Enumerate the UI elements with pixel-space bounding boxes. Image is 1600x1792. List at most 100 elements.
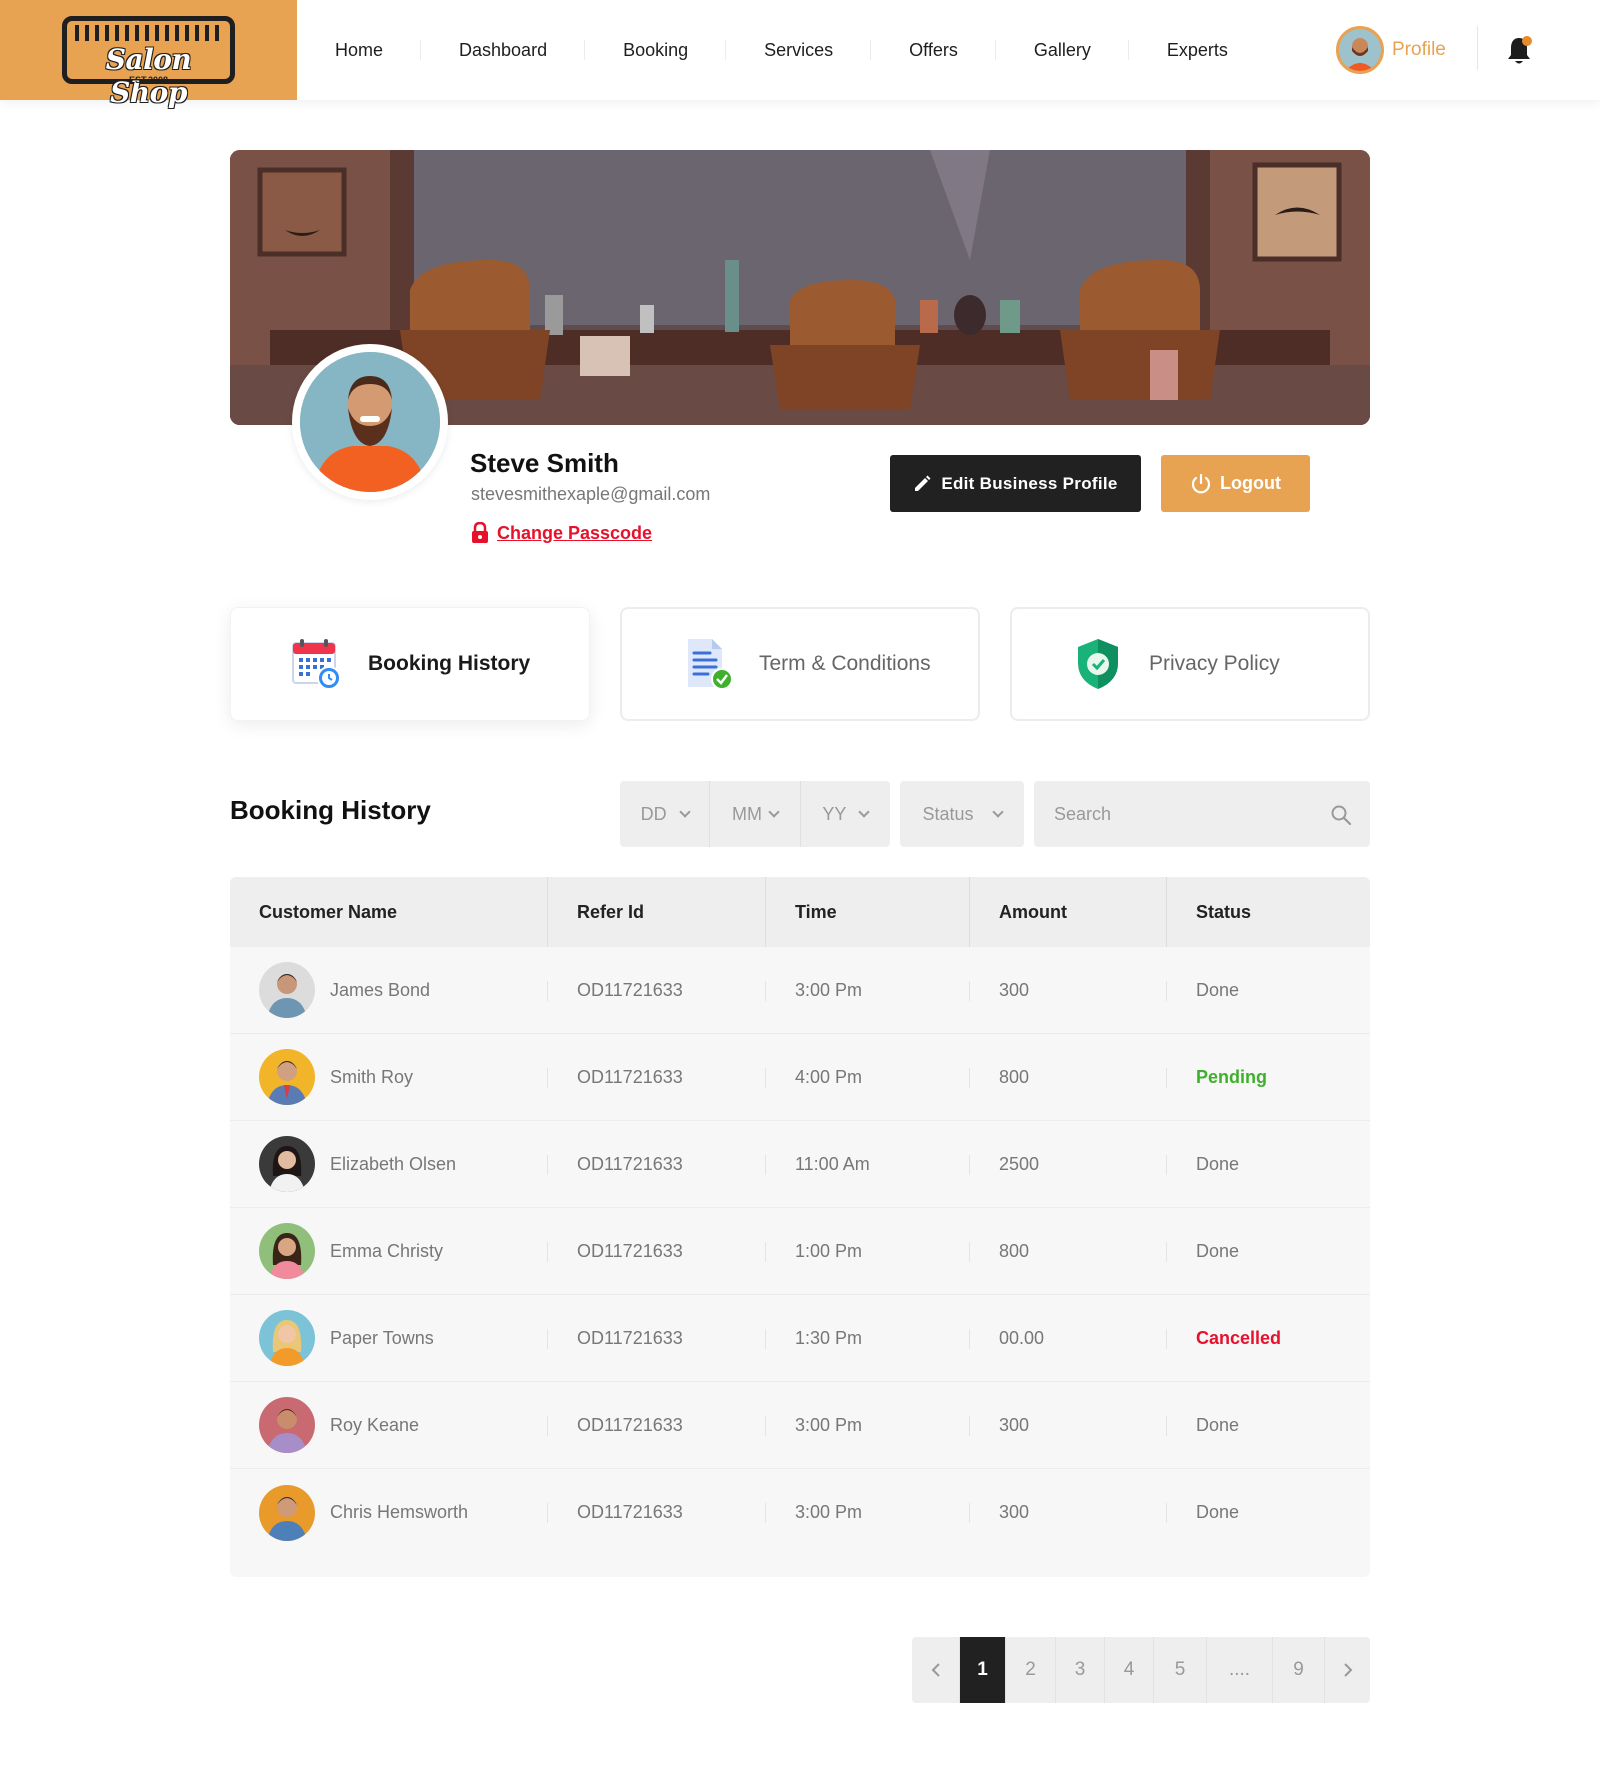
page-4[interactable]: 4 xyxy=(1105,1637,1154,1703)
profile-avatar[interactable] xyxy=(292,344,448,500)
brand-logo[interactable]: Salon Shop EST.2008 xyxy=(0,0,297,109)
avatar xyxy=(259,1484,315,1541)
table-row[interactable]: Roy Keane OD11721633 3:00 Pm 300 Done xyxy=(230,1382,1370,1469)
day-select-value: DD xyxy=(640,803,667,824)
table-row[interactable]: James Bond OD11721633 3:00 Pm 300 Done xyxy=(230,947,1370,1034)
tab-terms-conditions[interactable]: Term & Conditions xyxy=(620,607,980,721)
table-row[interactable]: Smith Roy OD11721633 4:00 Pm 800 Pending xyxy=(230,1034,1370,1121)
nav-services[interactable]: Services xyxy=(726,39,872,61)
booking-status: Done xyxy=(1196,1240,1240,1261)
column-status[interactable]: Status xyxy=(1167,877,1370,947)
nav-gallery[interactable]: Gallery xyxy=(996,39,1129,61)
change-passcode-label: Change Passcode xyxy=(497,522,653,543)
column-time[interactable]: Time xyxy=(766,877,970,947)
profile-label: Profile xyxy=(1392,39,1446,60)
refer-id: OD11721633 xyxy=(548,947,766,1033)
page-1[interactable]: 1 xyxy=(960,1637,1006,1703)
table-row[interactable]: Chris Hemsworth OD11721633 3:00 Pm 300 D… xyxy=(230,1469,1370,1556)
card-label: Term & Conditions xyxy=(759,652,931,675)
pagination: 1 2 3 4 5 .... 9 xyxy=(912,1637,1370,1703)
day-select[interactable]: DD xyxy=(620,781,711,847)
table-row[interactable]: Elizabeth Olsen OD11721633 11:00 Am 2500… xyxy=(230,1121,1370,1208)
shield-check-icon xyxy=(1072,637,1124,691)
tab-privacy-policy[interactable]: Privacy Policy xyxy=(1010,607,1370,721)
page-3[interactable]: 3 xyxy=(1056,1637,1105,1703)
change-passcode-link[interactable]: Change Passcode xyxy=(471,522,652,544)
avatar xyxy=(259,1136,315,1192)
booking-status: Done xyxy=(1196,979,1240,1000)
chevron-down-icon xyxy=(768,805,780,818)
notification-bell-icon[interactable] xyxy=(1506,35,1532,65)
month-select[interactable]: MM xyxy=(710,781,801,847)
refer-id: OD11721633 xyxy=(548,1208,766,1294)
card-label: Privacy Policy xyxy=(1149,652,1280,675)
top-navbar: Salon Shop EST.2008 Home Dashboard Booki… xyxy=(0,0,1600,109)
edit-button-label: Edit Business Profile xyxy=(941,473,1118,493)
booking-time: 3:00 Pm xyxy=(766,1382,970,1468)
year-select-value: YY xyxy=(822,803,847,824)
customer-name: Paper Towns xyxy=(330,1327,434,1348)
search-icon[interactable] xyxy=(1330,804,1352,826)
refer-id: OD11721633 xyxy=(548,1295,766,1381)
main-nav: Home Dashboard Booking Services Offers G… xyxy=(297,0,1266,100)
refer-id: OD11721633 xyxy=(548,1382,766,1468)
document-check-icon xyxy=(682,637,734,691)
profile-email: stevesmithexaple@gmail.com xyxy=(471,484,711,504)
booking-time: 4:00 Pm xyxy=(766,1034,970,1120)
divider xyxy=(1477,26,1478,70)
booking-time: 11:00 Am xyxy=(766,1121,970,1207)
booking-amount: 300 xyxy=(970,947,1167,1033)
avatar xyxy=(259,962,315,1018)
customer-name: James Bond xyxy=(330,979,431,1000)
profile-name: Steve Smith xyxy=(470,448,619,478)
status-select-value: Status xyxy=(922,803,974,824)
booking-amount: 300 xyxy=(970,1469,1167,1556)
refer-id: OD11721633 xyxy=(548,1034,766,1120)
search-field xyxy=(1034,781,1370,847)
comb-icon: Salon Shop EST.2008 xyxy=(62,16,235,109)
table-row[interactable]: Paper Towns OD11721633 1:30 Pm 00.00 Can… xyxy=(230,1295,1370,1382)
logout-button[interactable]: Logout xyxy=(1161,455,1310,512)
table-header: Customer Name Refer Id Time Amount Statu… xyxy=(230,877,1370,947)
customer-name: Chris Hemsworth xyxy=(330,1502,469,1522)
logout-label: Logout xyxy=(1220,473,1281,493)
booking-amount: 800 xyxy=(970,1034,1167,1120)
customer-name: Elizabeth Olsen xyxy=(330,1153,457,1174)
year-select[interactable]: YY xyxy=(801,781,890,847)
edit-business-profile-button[interactable]: Edit Business Profile xyxy=(890,455,1141,512)
status-select[interactable]: Status xyxy=(900,781,1024,847)
avatar xyxy=(259,1049,315,1105)
avatar xyxy=(259,1223,315,1279)
power-icon xyxy=(1191,473,1211,493)
page-9[interactable]: 9 xyxy=(1273,1637,1325,1703)
date-filter-group: DD MM YY xyxy=(620,781,890,847)
column-customer-name[interactable]: Customer Name xyxy=(230,877,548,947)
nav-experts[interactable]: Experts xyxy=(1129,40,1266,61)
booking-amount: 300 xyxy=(970,1382,1167,1468)
column-refer-id[interactable]: Refer Id xyxy=(548,877,766,947)
column-amount[interactable]: Amount xyxy=(970,877,1167,947)
avatar xyxy=(259,1397,315,1453)
search-input[interactable] xyxy=(1054,781,1324,847)
brand-est: EST.2008 xyxy=(128,75,169,85)
page-ellipsis: .... xyxy=(1207,1637,1273,1703)
booking-status: Done xyxy=(1196,1502,1240,1522)
table-row[interactable]: Emma Christy OD11721633 1:00 Pm 800 Done xyxy=(230,1208,1370,1295)
nav-dashboard[interactable]: Dashboard xyxy=(421,39,586,61)
month-select-value: MM xyxy=(731,803,762,824)
nav-home[interactable]: Home xyxy=(297,39,422,61)
page-5[interactable]: 5 xyxy=(1154,1637,1207,1703)
page-2[interactable]: 2 xyxy=(1006,1637,1056,1703)
prev-page-button[interactable] xyxy=(912,1637,960,1703)
nav-offers[interactable]: Offers xyxy=(871,39,996,61)
booking-status: Pending xyxy=(1196,1066,1267,1087)
customer-name: Smith Roy xyxy=(330,1066,414,1087)
booking-history-title: Booking History xyxy=(230,795,431,825)
nav-booking[interactable]: Booking xyxy=(585,39,727,61)
profile-menu[interactable]: Profile xyxy=(1336,26,1446,74)
next-page-button[interactable] xyxy=(1325,1637,1370,1703)
booking-time: 1:30 Pm xyxy=(766,1295,970,1381)
booking-history-table: Customer Name Refer Id Time Amount Statu… xyxy=(230,877,1370,1577)
tab-booking-history[interactable]: Booking History xyxy=(230,607,590,721)
booking-time: 1:00 Pm xyxy=(766,1208,970,1294)
